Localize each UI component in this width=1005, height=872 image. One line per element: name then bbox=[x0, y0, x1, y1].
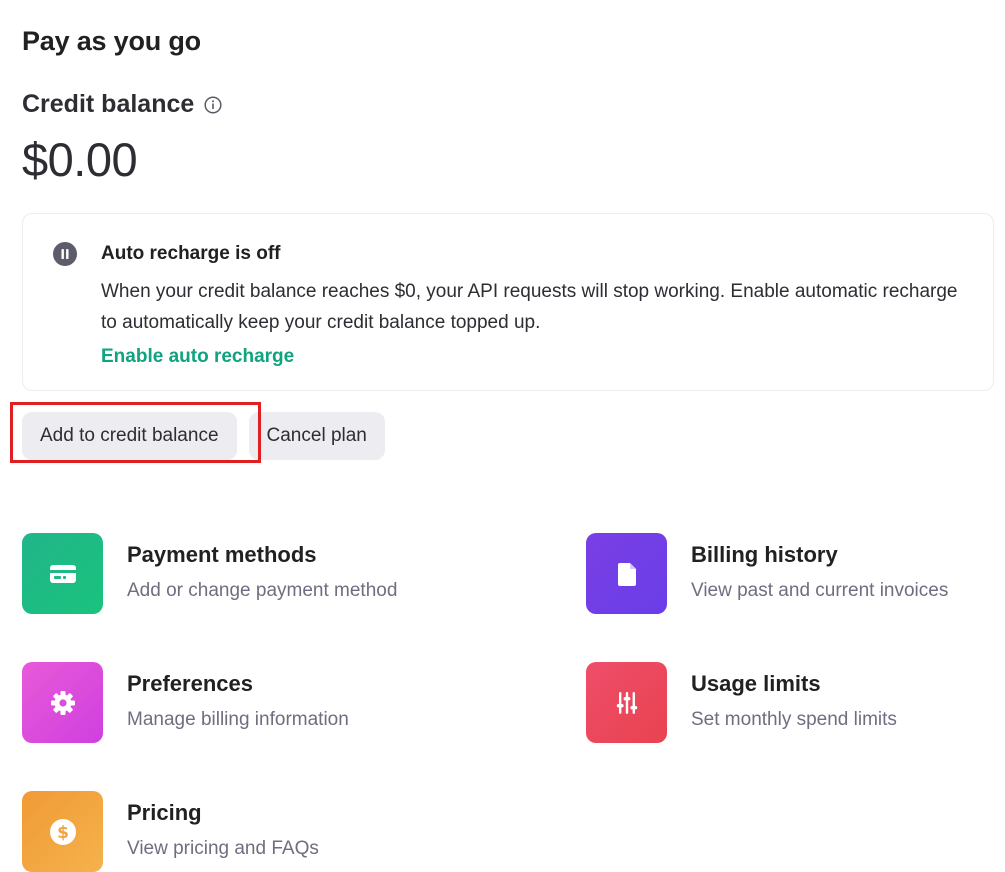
payment-methods-description: Add or change payment method bbox=[127, 580, 398, 601]
enable-auto-recharge-link[interactable]: Enable auto recharge bbox=[101, 346, 294, 368]
billing-history-card[interactable]: Billing history View past and current in… bbox=[586, 533, 948, 614]
usage-limits-card[interactable]: Usage limits Set monthly spend limits bbox=[586, 662, 897, 743]
billing-actions: Add to credit balance Cancel plan bbox=[22, 412, 385, 460]
page-title: Pay as you go bbox=[22, 26, 201, 56]
credit-card-icon bbox=[22, 533, 103, 614]
auto-recharge-description: When your credit balance reaches $0, you… bbox=[101, 281, 958, 333]
cancel-plan-button[interactable]: Cancel plan bbox=[248, 412, 385, 460]
billing-history-description: View past and current invoices bbox=[691, 580, 949, 601]
pricing-card[interactable]: $ Pricing View pricing and FAQs bbox=[22, 791, 319, 872]
document-icon bbox=[586, 533, 667, 614]
payment-methods-title: Payment methods bbox=[127, 542, 317, 567]
auto-recharge-notice: Auto recharge is off When your credit ba… bbox=[22, 213, 994, 391]
dollar-icon: $ bbox=[22, 791, 103, 872]
billing-history-title: Billing history bbox=[691, 542, 838, 567]
sliders-icon bbox=[586, 662, 667, 743]
svg-text:$: $ bbox=[57, 823, 69, 843]
add-to-credit-balance-button[interactable]: Add to credit balance bbox=[22, 412, 237, 460]
preferences-description: Manage billing information bbox=[127, 709, 349, 730]
pricing-title: Pricing bbox=[127, 800, 202, 825]
credit-balance-title: Credit balance bbox=[22, 90, 195, 118]
payment-methods-card[interactable]: Payment methods Add or change payment me… bbox=[22, 533, 397, 614]
pricing-description: View pricing and FAQs bbox=[127, 838, 319, 859]
info-icon[interactable] bbox=[204, 95, 222, 114]
pause-icon bbox=[53, 242, 77, 266]
usage-limits-title: Usage limits bbox=[691, 671, 821, 696]
preferences-card[interactable]: Preferences Manage billing information bbox=[22, 662, 349, 743]
credit-balance-header: Credit balance bbox=[22, 90, 222, 119]
preferences-title: Preferences bbox=[127, 671, 253, 696]
auto-recharge-title: Auto recharge is off bbox=[101, 243, 281, 264]
gear-icon bbox=[22, 662, 103, 743]
credit-balance-amount: $0.00 bbox=[22, 133, 138, 186]
usage-limits-description: Set monthly spend limits bbox=[691, 709, 897, 730]
